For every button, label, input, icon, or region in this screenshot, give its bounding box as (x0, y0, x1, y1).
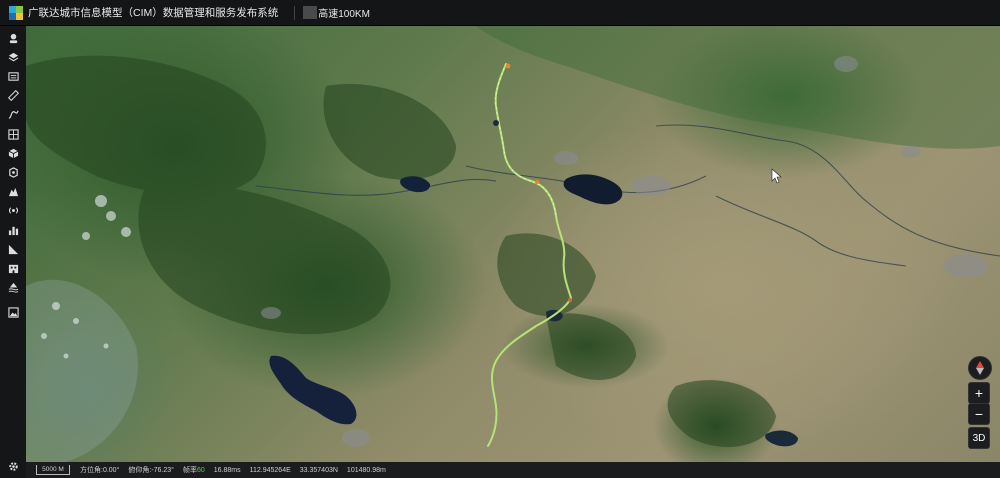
map-viewport[interactable]: + − 3D (26, 26, 1000, 462)
3d-mode-button[interactable]: 3D (968, 427, 990, 449)
pitch-readout: 俯仰角:-76.23° (128, 467, 174, 474)
zoom-out-button[interactable]: − (968, 403, 990, 425)
active-layer-label: 高速100KM (318, 9, 370, 20)
layers-icon[interactable] (4, 49, 22, 65)
fps-label: 帧率 (182, 467, 197, 474)
ruler-measure-icon[interactable] (4, 87, 22, 103)
model-cube-icon[interactable] (4, 145, 22, 161)
frame-time-readout: 16.88ms (213, 466, 241, 474)
bar-chart-icon[interactable] (4, 222, 22, 238)
flood-analysis-icon[interactable] (4, 279, 22, 295)
terrain-analysis-icon[interactable] (4, 183, 22, 199)
scale-bar: 5000 M (36, 465, 70, 475)
fps-value: 60 (196, 467, 205, 474)
grid-table-icon[interactable] (4, 126, 22, 142)
active-layer-tab[interactable]: 高速100KM (303, 5, 370, 20)
map-imagery (26, 26, 1000, 462)
height-readout: 101480.98m (346, 466, 386, 474)
box-model-icon[interactable] (4, 164, 22, 180)
scale-label: 5000 M (42, 466, 64, 473)
divider (294, 5, 296, 20)
draw-line-icon[interactable] (4, 106, 22, 122)
slope-analysis-icon[interactable] (4, 241, 22, 257)
left-toolbar (0, 26, 26, 478)
gear-icon[interactable] (4, 458, 22, 474)
app-title: 广联达城市信息模型（CIM）数据管理和服务发布系统 (28, 7, 279, 19)
camera-position-icon[interactable] (4, 30, 22, 46)
building-icon[interactable] (4, 260, 22, 276)
fps-readout: 帧率60 (183, 465, 205, 475)
app-logo (9, 5, 23, 20)
heading-readout: 方位角:0.00° (80, 467, 120, 474)
longitude-readout: 112.945264E (249, 466, 291, 474)
image-icon[interactable] (4, 304, 22, 320)
scene-panel-icon[interactable] (4, 68, 22, 84)
zoom-in-button[interactable]: + (968, 382, 990, 404)
compass-icon[interactable] (968, 356, 992, 380)
top-bar: 广联达城市信息模型（CIM）数据管理和服务发布系统 高速100KM (0, 0, 1000, 26)
status-bar: 5000 M 方位角:0.00° 俯仰角:-76.23° 帧率60 16.88m… (26, 462, 1000, 478)
signal-radar-icon[interactable] (4, 202, 22, 218)
layer-swatch (303, 6, 318, 19)
latitude-readout: 33.357403N (299, 466, 338, 474)
